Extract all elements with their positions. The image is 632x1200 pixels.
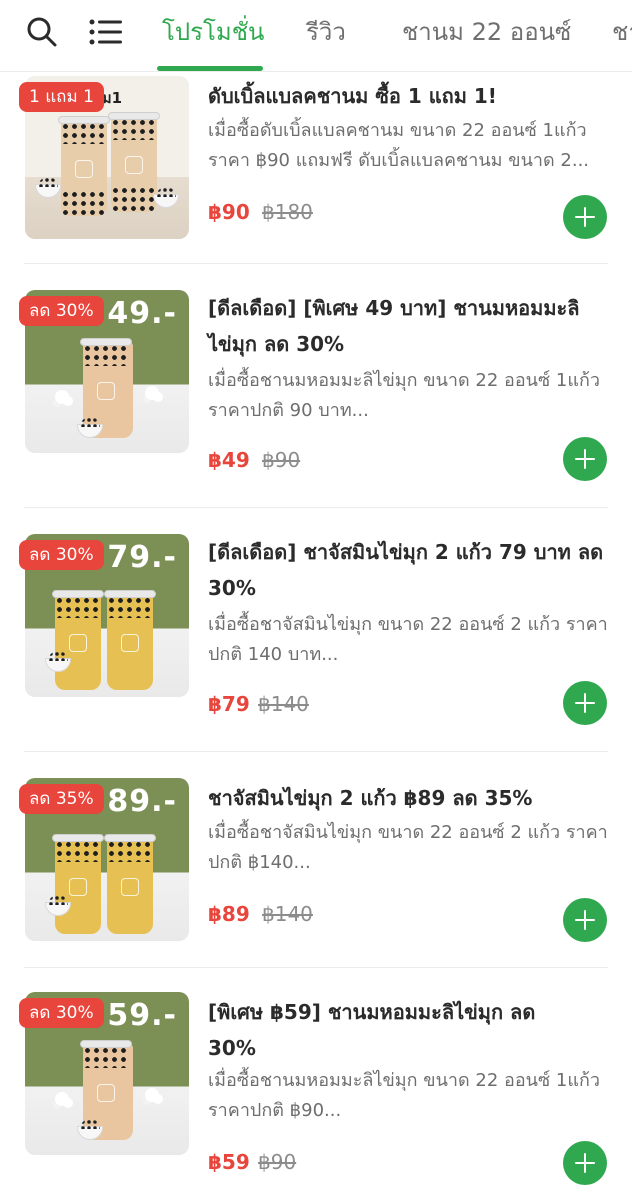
item-old-price: ฿90 xyxy=(262,448,301,472)
add-to-cart-button[interactable] xyxy=(563,898,607,942)
tab-tea[interactable]: ชา xyxy=(612,14,632,54)
search-icon[interactable] xyxy=(24,14,60,50)
item-title: [ดีลเดือด] ชาจัสมินไข่มุก 2 แก้ว 79 บาท … xyxy=(208,540,604,600)
tab-milk-tea-22oz[interactable]: ชานม 22 ออนซ์ xyxy=(402,14,571,54)
item-title: ชาจัสมินไข่มุก 2 แก้ว ฿89 ลด 35% xyxy=(208,786,533,810)
cup-image xyxy=(104,834,156,934)
item-price: ฿59 xyxy=(208,1150,250,1174)
item-price: ฿49 xyxy=(208,448,250,472)
item-description: เมื่อซื้อดับเบิ้ลแบลคชานม ขนาด 22 ออนซ์ … xyxy=(208,120,590,171)
promo-badge: ลด 30% xyxy=(19,540,104,570)
cup-image xyxy=(58,116,110,216)
promo-badge: ลด 30% xyxy=(19,998,104,1028)
jasmine-flower-image xyxy=(145,1088,159,1102)
thumb-label: 89.- xyxy=(107,784,177,819)
jasmine-flower-image xyxy=(145,386,159,400)
add-to-cart-button[interactable] xyxy=(563,1141,607,1185)
item-price: ฿89 xyxy=(208,902,250,926)
add-to-cart-button[interactable] xyxy=(563,195,607,239)
add-to-cart-button[interactable] xyxy=(563,437,607,481)
thumb-label: 79.- xyxy=(107,540,177,575)
promo-badge: ลด 30% xyxy=(19,296,104,326)
cup-image xyxy=(52,834,104,934)
divider xyxy=(24,751,608,752)
cup-image xyxy=(52,590,104,690)
item-title: [ดีลเดือด] [พิเศษ 49 บาท] ชานมหอมมะลิไข่… xyxy=(208,296,580,356)
item-price: ฿90 xyxy=(208,200,250,224)
item-old-price: ฿140 xyxy=(262,902,313,926)
promo-badge: 1 แถม 1 xyxy=(19,82,104,112)
divider xyxy=(24,263,608,264)
item-description: เมื่อซื้อชานมหอมมะลิไข่มุก ขนาด 22 ออนซ์… xyxy=(208,1070,600,1121)
item-description: เมื่อซื้อชาจัสมินไข่มุก ขนาด 22 ออนซ์ 2 … xyxy=(208,822,608,873)
divider xyxy=(24,967,608,968)
add-to-cart-button[interactable] xyxy=(563,681,607,725)
jasmine-flower-image xyxy=(55,1092,69,1106)
item-title: ดับเบิ้ลแบลคชานม ซื้อ 1 แถม 1! xyxy=(208,84,497,108)
pearl-bowl-image xyxy=(35,177,61,198)
cup-image xyxy=(108,112,160,212)
tab-promotions[interactable]: โปรโมชั่น xyxy=(162,14,264,54)
item-description: เมื่อซื้อชาจัสมินไข่มุก ขนาด 22 ออนซ์ 2 … xyxy=(208,614,608,665)
item-old-price: ฿180 xyxy=(262,200,313,224)
list-menu-icon[interactable] xyxy=(88,14,124,50)
top-nav: โปรโมชั่น รีวิว ชานม 22 ออนซ์ ชา xyxy=(0,0,632,72)
divider xyxy=(24,507,608,508)
item-old-price: ฿90 xyxy=(258,1150,297,1174)
thumb-label: 49.- xyxy=(107,296,177,331)
item-title: [พิเศษ ฿59] ชานมหอมมะลิไข่มุก ลด 30% xyxy=(208,1000,536,1060)
item-price: ฿79 xyxy=(208,692,250,716)
active-tab-indicator xyxy=(157,66,263,71)
item-old-price: ฿140 xyxy=(258,692,309,716)
thumb-label: 59.- xyxy=(107,998,177,1033)
item-description: เมื่อซื้อชานมหอมมะลิไข่มุก ขนาด 22 ออนซ์… xyxy=(208,370,600,421)
cup-image xyxy=(104,590,156,690)
tab-reviews[interactable]: รีวิว xyxy=(306,14,346,54)
jasmine-flower-image xyxy=(55,390,69,404)
promo-badge: ลด 35% xyxy=(19,784,104,814)
